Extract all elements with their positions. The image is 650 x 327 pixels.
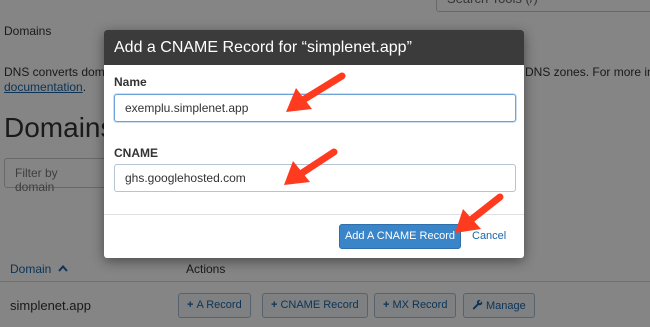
- dialog-footer-divider: [104, 214, 524, 215]
- cname-input[interactable]: [114, 164, 516, 192]
- dialog-title: Add a CNAME Record for “simplenet.app”: [104, 30, 524, 65]
- add-cname-record-button[interactable]: Add A CNAME Record: [339, 224, 461, 249]
- cancel-button[interactable]: Cancel: [472, 230, 506, 242]
- name-field-label: Name: [114, 75, 147, 89]
- name-input[interactable]: [114, 94, 516, 122]
- add-cname-record-dialog: Add a CNAME Record for “simplenet.app” N…: [104, 30, 524, 258]
- cname-field-label: CNAME: [114, 146, 158, 160]
